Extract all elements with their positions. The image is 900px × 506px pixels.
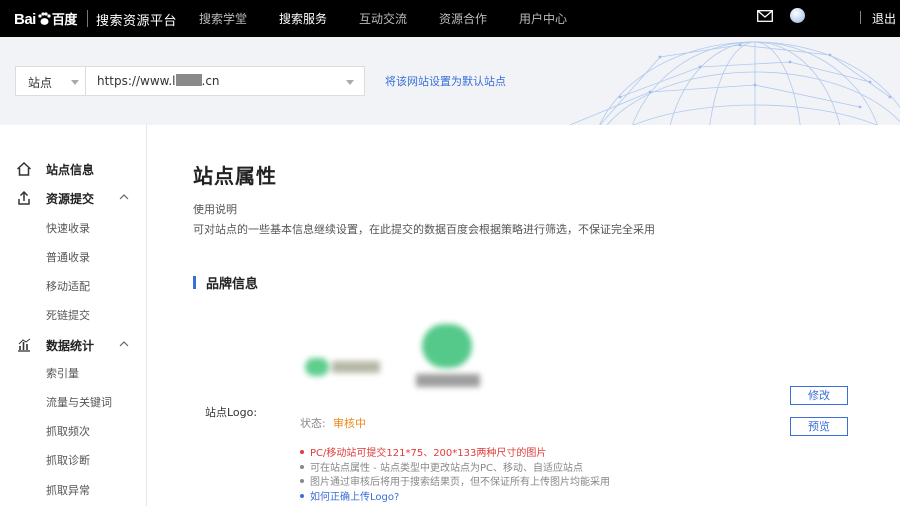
how-to-upload-logo-link[interactable]: 如何正确上传Logo? [300,488,399,503]
logo-preview-large [412,322,484,390]
user-avatar[interactable] [790,8,805,23]
edit-button[interactable]: 修改 [790,386,848,405]
sidebar-item-deadlink-submit[interactable]: 死链提交 [46,307,90,323]
chevron-up-icon [119,341,129,347]
home-icon [16,161,32,176]
status-value: 审核中 [333,417,366,430]
section-accent-bar [193,276,196,289]
globe-graphic [569,41,900,125]
usage-title: 使用说明 [193,203,237,216]
chevron-down-icon [71,80,79,85]
note-review: 图片通过审核后将用于搜索结果页，但不保证所有上传图片均能采用 [300,473,610,488]
site-logo-label: 站点Logo: [205,406,258,419]
paw-icon [38,12,51,25]
section-title-brand: 品牌信息 [206,277,259,292]
site-url-select[interactable]: https://www.l .cn [86,66,365,96]
sidebar-item-crawl-diagnosis[interactable]: 抓取诊断 [46,452,90,468]
sidebar-item-site-info[interactable]: 站点信息 [0,158,147,180]
sidebar-item-crawl-frequency[interactable]: 抓取频次 [46,423,90,439]
sidebar-item-traffic-keywords[interactable]: 流量与关键词 [46,394,112,410]
chevron-up-icon [119,194,129,200]
sidebar-item-normal-index[interactable]: 普通收录 [46,249,90,265]
logo-preview-small [302,354,382,380]
bar-chart-icon [18,338,31,352]
logout-divider [860,11,861,24]
nav-interaction[interactable]: 互动交流 [359,10,407,27]
sidebar-item-data-stats[interactable]: 数据统计 [0,334,147,356]
nav-user-center[interactable]: 用户中心 [519,10,567,27]
nav-search-academy[interactable]: 搜索学堂 [199,10,247,27]
note-size-requirement: PC/移动站可提交121*75、200*133两种尺寸的图片 [300,444,546,459]
mail-icon[interactable] [757,10,773,22]
top-navigation-bar: Bai 百度 搜索资源平台 搜索学堂 搜索服务 互动交流 资源合作 用户中心 退出 [0,0,900,37]
site-banner: 站点 https://www.l .cn 将该网站设置为默认站点 [0,37,900,125]
set-default-site-link[interactable]: 将该网站设置为默认站点 [385,73,506,89]
redacted-block [175,74,202,86]
site-type-select[interactable]: 站点 [15,66,86,96]
logout-link[interactable]: 退出 [872,10,896,27]
nav-resource-cooperation[interactable]: 资源合作 [439,10,487,27]
sidebar-item-index-volume[interactable]: 索引量 [46,365,79,381]
page-title: 站点属性 [193,164,277,188]
nav-search-service[interactable]: 搜索服务 [279,10,327,27]
chevron-down-icon [346,80,354,85]
baidu-logo[interactable]: Bai 百度 [14,9,77,28]
preview-button[interactable]: 预览 [790,417,848,436]
note-site-type: 可在站点属性 - 站点类型中更改站点为PC、移动、自适应站点 [300,459,583,474]
sidebar-item-mobile-adapt[interactable]: 移动适配 [46,278,90,294]
site-type-label: 站点 [28,76,53,90]
brand-divider [87,10,88,27]
usage-description: 可对站点的一些基本信息继续设置，在此提交的数据百度会根据策略进行筛选，不保证完全… [193,223,655,236]
platform-name[interactable]: 搜索资源平台 [96,10,177,29]
sidebar-item-crawl-errors[interactable]: 抓取异常 [46,482,90,498]
site-url-value: https://www.l .cn [97,74,220,88]
submit-icon [18,190,30,205]
status-label: 状态: [300,417,326,430]
sidebar: 站点信息 资源提交 快速收录 普通收录 移动适配 死链提交 数据统计 索引量 流… [0,125,147,506]
sidebar-item-resource-submit[interactable]: 资源提交 [0,187,147,209]
sidebar-item-fast-index[interactable]: 快速收录 [46,220,90,236]
